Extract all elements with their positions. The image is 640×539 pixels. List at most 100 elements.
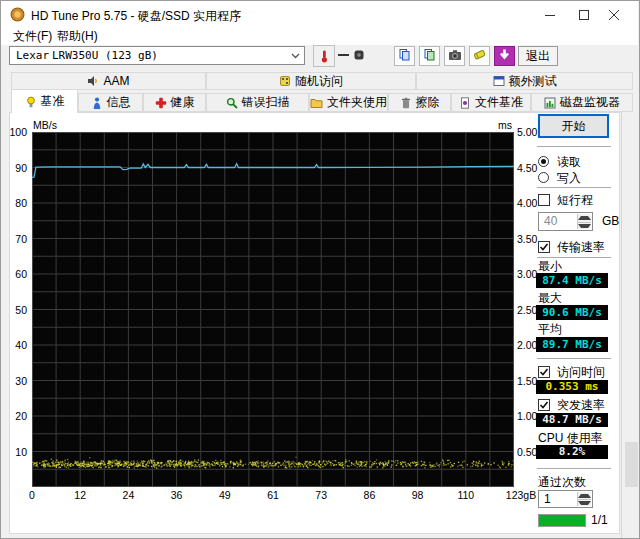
tab-label: 文件基准 bbox=[475, 94, 523, 111]
tab-window[interactable]: 额外测试 bbox=[416, 72, 633, 90]
read-label: 读取 bbox=[557, 155, 581, 169]
separator bbox=[537, 187, 611, 188]
chevron-down-icon bbox=[291, 53, 300, 59]
tab-label: 额外测试 bbox=[509, 73, 557, 90]
x-axis-tick: 24 bbox=[123, 489, 135, 501]
capacity-unit: GB bbox=[602, 214, 619, 228]
cpu-usage-label: CPU 使用率 bbox=[538, 431, 603, 445]
pass-count-label: 通过次数 bbox=[538, 475, 586, 489]
x-axis-tick: 49 bbox=[219, 489, 231, 501]
trash-icon bbox=[400, 97, 412, 109]
tab-bulb[interactable]: 基准 bbox=[11, 89, 78, 113]
tab-dice[interactable]: 随机访问 bbox=[206, 72, 416, 90]
x-axis-tick: 98 bbox=[412, 489, 424, 501]
tab-folder[interactable]: 文件夹使用 bbox=[309, 93, 388, 112]
y-axis-tick: 20 bbox=[3, 410, 27, 422]
y-axis-tick: 80 bbox=[3, 197, 27, 209]
gauge-icon bbox=[353, 49, 365, 61]
x-axis-tick: 123gB bbox=[506, 489, 536, 501]
tab-health[interactable]: 健康 bbox=[143, 93, 206, 112]
x-axis-tick: 86 bbox=[364, 489, 376, 501]
menu-help[interactable]: 帮助(H) bbox=[53, 28, 102, 45]
benchmark-plot bbox=[32, 132, 514, 487]
screenshot-icon bbox=[448, 49, 462, 64]
tab-label: 磁盘监视器 bbox=[560, 94, 620, 111]
tab-label: AAM bbox=[103, 74, 129, 88]
y-axis-tick: 60 bbox=[3, 268, 27, 280]
filebench-icon bbox=[459, 97, 471, 109]
access-time-label: 访问时间 bbox=[557, 365, 605, 379]
save-icon bbox=[473, 48, 486, 64]
y-axis-tick: 70 bbox=[3, 233, 27, 245]
write-radio[interactable] bbox=[538, 172, 549, 183]
screenshot-button[interactable] bbox=[444, 46, 465, 66]
spin-up-icon[interactable] bbox=[578, 492, 591, 499]
tab-label: 随机访问 bbox=[295, 73, 343, 90]
separator bbox=[537, 146, 611, 147]
pass-count-spinner[interactable]: 1 bbox=[538, 490, 593, 508]
tab-info[interactable]: 信息 bbox=[78, 93, 143, 112]
magnifier-icon bbox=[226, 97, 238, 109]
tab-speaker[interactable]: AAM bbox=[11, 72, 206, 90]
drive-vendor: Lexar bbox=[16, 49, 49, 62]
temperature-dash bbox=[338, 54, 349, 56]
capacity-value: 40 bbox=[544, 214, 557, 228]
toolbar: Lexar LRW350U (123 gB) 退出 bbox=[1, 45, 639, 72]
download-icon bbox=[498, 48, 511, 64]
exit-button[interactable]: 退出 bbox=[518, 46, 558, 66]
transfer-rate-label: 传输速率 bbox=[557, 240, 605, 254]
minimize-icon bbox=[545, 10, 555, 20]
capacity-spinner[interactable]: 40 bbox=[538, 212, 593, 231]
copy-image-button[interactable] bbox=[419, 46, 440, 66]
maximize-button[interactable] bbox=[569, 1, 599, 28]
x-axis-tick: 61 bbox=[267, 489, 279, 501]
save-button[interactable] bbox=[469, 46, 490, 66]
background-window-sliver bbox=[621, 112, 640, 538]
window-icon bbox=[493, 75, 505, 87]
separator bbox=[537, 257, 611, 258]
start-button[interactable]: 开始 bbox=[538, 114, 609, 138]
minimize-button[interactable] bbox=[535, 1, 565, 28]
y-axis-tick: 50 bbox=[3, 304, 27, 316]
copy-image-icon bbox=[423, 48, 436, 64]
x-axis-tick: 36 bbox=[171, 489, 183, 501]
download-button[interactable] bbox=[494, 46, 515, 66]
progress-label: 1/1 bbox=[591, 513, 608, 527]
y-axis-unit: MB/s bbox=[33, 119, 57, 131]
dice-icon bbox=[279, 75, 291, 87]
y-axis-right-tick: 1.00 bbox=[517, 410, 547, 422]
y-axis-right-tick: 1.50 bbox=[517, 375, 547, 387]
close-icon bbox=[609, 10, 619, 20]
tab-diskmon[interactable]: 磁盘监视器 bbox=[531, 93, 633, 112]
progress-bar bbox=[538, 514, 586, 527]
x-axis-tick: 110 bbox=[457, 489, 474, 501]
bulb-icon bbox=[25, 96, 37, 108]
copy-report-button[interactable] bbox=[394, 46, 415, 66]
y-axis-tick: 30 bbox=[3, 375, 27, 387]
y-axis-tick: 90 bbox=[3, 162, 27, 174]
title-bar: HD Tune Pro 5.75 - 硬盘/SSD 实用程序 bbox=[1, 1, 638, 28]
drive-select[interactable]: Lexar LRW350U (123 gB) bbox=[9, 46, 305, 65]
tab-label: 错误扫描 bbox=[242, 94, 290, 111]
y-axis-right-unit: ms bbox=[491, 119, 512, 131]
y-axis-right-tick: 4.00 bbox=[517, 197, 547, 209]
spin-down-icon[interactable] bbox=[578, 499, 591, 506]
drive-model: LRW350U (123 gB) bbox=[52, 49, 158, 62]
tab-label: 文件夹使用 bbox=[327, 94, 387, 111]
tab-label: 健康 bbox=[171, 94, 195, 111]
info-icon bbox=[91, 97, 103, 109]
tab-filebench[interactable]: 文件基准 bbox=[451, 93, 531, 112]
hd-tune-window: HD Tune Pro 5.75 - 硬盘/SSD 实用程序 文件(F)帮助(H… bbox=[0, 0, 640, 539]
spin-down-icon[interactable] bbox=[578, 222, 591, 230]
spin-up-icon[interactable] bbox=[578, 214, 591, 222]
app-icon bbox=[10, 7, 25, 22]
tab-magnifier[interactable]: 错误扫描 bbox=[206, 93, 309, 112]
scrollbar-thumb bbox=[625, 442, 638, 487]
menu-file[interactable]: 文件(F) bbox=[9, 28, 56, 45]
maximize-icon bbox=[579, 10, 589, 20]
y-axis-right-tick: 5.00 bbox=[517, 126, 547, 138]
temperature-button[interactable] bbox=[313, 45, 335, 67]
y-axis-tick: 100 bbox=[3, 126, 27, 138]
close-button[interactable] bbox=[599, 1, 629, 28]
tab-trash[interactable]: 擦除 bbox=[388, 93, 451, 112]
